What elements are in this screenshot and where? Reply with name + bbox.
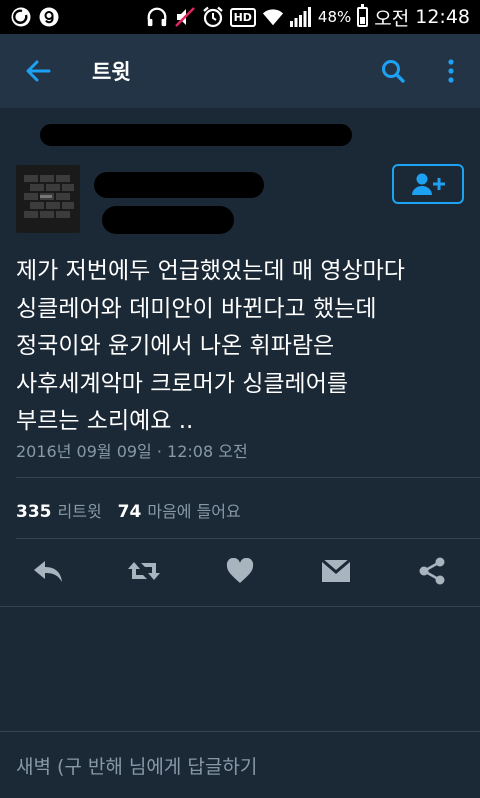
headset-icon	[146, 6, 168, 28]
reply-button[interactable]	[0, 545, 96, 597]
page-title: 트윗	[92, 60, 131, 84]
direct-message-button[interactable]	[288, 545, 384, 597]
tweet-stats: 335 리트윗 74 마음에 들어요	[16, 498, 241, 522]
wifi-icon	[262, 6, 284, 28]
tweet-timestamp: 2016년 09월 09일 · 12:08 오전	[16, 442, 248, 461]
share-icon	[419, 557, 445, 585]
status-ampm: 오전	[374, 7, 410, 30]
reply-icon	[34, 561, 62, 582]
g-app-icon	[38, 6, 60, 28]
status-time: 12:48	[415, 6, 470, 28]
add-user-icon	[412, 173, 445, 195]
divider	[0, 606, 480, 607]
overflow-menu-icon	[448, 59, 454, 83]
search-button[interactable]	[364, 34, 422, 108]
like-label[interactable]: 마음에 들어요	[147, 498, 240, 522]
retweet-button[interactable]	[96, 545, 192, 597]
more-options-button[interactable]	[422, 34, 480, 108]
battery-icon	[357, 4, 369, 27]
battery-percent: 48%	[317, 8, 352, 26]
app-bar: 트윗	[0, 34, 480, 108]
tweet-text: 제가 저번에두 언급했었는데 매 영상마다 싱클레어와 데미안이 바뀐다고 했는…	[16, 258, 405, 434]
share-button[interactable]	[384, 545, 480, 597]
reply-input[interactable]: 새벽 (구 반해 님에게 답글하기	[16, 752, 257, 779]
retweet-label[interactable]: 리트윗	[58, 498, 102, 522]
search-icon	[382, 60, 405, 83]
avatar[interactable]	[16, 165, 80, 233]
hd-icon: HD	[229, 7, 256, 27]
signal-icon	[289, 6, 312, 28]
follow-button[interactable]	[392, 164, 464, 204]
divider	[16, 477, 480, 478]
reply-bar: 새벽 (구 반해 님에게 답글하기	[0, 731, 480, 798]
direct-message-icon	[321, 559, 351, 582]
divider	[16, 538, 480, 539]
retweet-icon	[128, 562, 160, 580]
redacted-context-line	[40, 124, 352, 146]
like-icon	[226, 558, 254, 583]
back-arrow-icon	[26, 60, 51, 82]
back-button[interactable]	[8, 34, 68, 108]
retweet-count[interactable]: 335	[16, 502, 52, 522]
like-button[interactable]	[192, 545, 288, 597]
status-bar: HD 48% 오전 12:48	[0, 0, 480, 34]
circle-app-icon	[10, 6, 32, 28]
redacted-display-name	[94, 172, 264, 198]
tweet-actions	[0, 545, 480, 597]
alarm-icon	[202, 6, 224, 28]
mute-icon	[174, 6, 196, 28]
like-count[interactable]: 74	[118, 502, 142, 522]
redacted-username	[102, 206, 234, 234]
